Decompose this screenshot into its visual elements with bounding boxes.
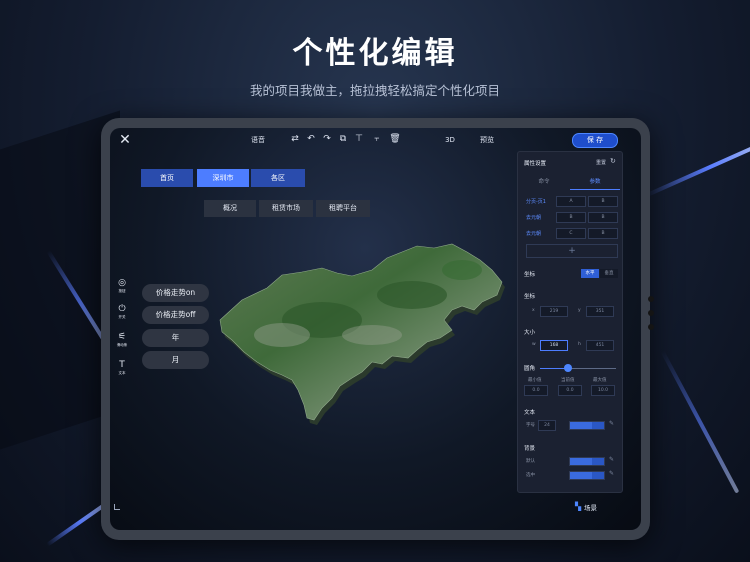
add-row-button[interactable]: + xyxy=(526,244,618,258)
toggle-vertical[interactable]: 垂直 xyxy=(600,269,618,278)
row-cell[interactable]: B xyxy=(588,196,618,207)
copy-icon[interactable]: ⧉ xyxy=(336,131,350,147)
text-section-title: 文本 xyxy=(524,410,536,416)
font-size-input[interactable]: 24 xyxy=(538,420,556,431)
align-top-icon[interactable]: ⊤ xyxy=(352,131,366,147)
bg-selected-label: 选中 xyxy=(526,473,535,478)
pen-icon[interactable]: ✎ xyxy=(609,470,614,477)
reset-button[interactable]: 重置 xyxy=(596,159,606,166)
tool-label: 文本 xyxy=(118,371,126,375)
size-section-title: 大小 xyxy=(524,330,536,336)
slider-icon: ⚟ xyxy=(117,332,127,342)
chip-price-trend-off[interactable]: 价格走势off xyxy=(142,306,209,324)
radius-cur-input[interactable]: 0.0 xyxy=(558,385,582,396)
pos-x-label: x xyxy=(532,308,535,313)
row-label: 分页-页1 xyxy=(526,199,546,205)
radius-section-title: 圆角 xyxy=(524,366,536,372)
tablet-camera-dot xyxy=(648,296,654,302)
voice-button[interactable]: 语音 xyxy=(246,132,270,148)
scene-button[interactable]: 场景 xyxy=(584,502,597,512)
power-icon: ⏻ xyxy=(118,304,126,314)
size-w-label: w xyxy=(532,342,536,347)
radius-min-label: 最小值 xyxy=(528,378,542,383)
tablet-camera-dot xyxy=(648,310,654,316)
button-icon: ◎ xyxy=(118,278,126,288)
size-h-input[interactable]: 451 xyxy=(586,340,614,351)
toggle-horizontal[interactable]: 水平 xyxy=(581,269,599,278)
chip-month[interactable]: 月 xyxy=(142,351,209,369)
radius-max-input[interactable]: 10.0 xyxy=(591,385,615,396)
preview-button[interactable]: 预览 xyxy=(476,132,498,148)
view-3d-button[interactable]: 3D xyxy=(442,132,458,148)
save-button[interactable]: 保 存 xyxy=(572,133,618,148)
row-cell[interactable]: B xyxy=(588,212,618,223)
text-icon: T xyxy=(119,360,125,370)
swap-icon[interactable]: ⇄ xyxy=(288,131,302,147)
row-cell[interactable]: B xyxy=(556,212,586,223)
tab-command[interactable]: 命令 xyxy=(519,177,569,189)
coord-section-title: 坐标 xyxy=(524,272,536,278)
pen-icon[interactable]: ✎ xyxy=(609,456,614,463)
pos-y-label: y xyxy=(578,308,581,313)
bg-section-title: 背景 xyxy=(524,446,536,452)
refresh-icon[interactable]: ↻ xyxy=(610,157,616,165)
row-cell[interactable]: A xyxy=(556,196,586,207)
text-color-swatch[interactable] xyxy=(569,421,605,430)
subtab-rental-market[interactable]: 租赁市场 xyxy=(259,200,313,217)
panel-title: 属性设置 xyxy=(524,161,547,167)
bg-light-streak xyxy=(660,350,740,494)
bg-light-streak xyxy=(645,136,750,198)
tool-button[interactable]: ◎ 按钮 xyxy=(114,278,130,294)
tool-label: 按钮 xyxy=(118,289,126,293)
headline: 个性化编辑 xyxy=(292,36,458,71)
tool-label: 滑动条 xyxy=(116,343,128,347)
row-label: 去元朝 xyxy=(526,215,542,221)
close-icon[interactable]: ✕ xyxy=(117,132,133,148)
shenzhen-3d-map[interactable] xyxy=(212,240,512,440)
align-center-icon[interactable]: ⫟ xyxy=(370,131,384,147)
chip-year[interactable]: 年 xyxy=(142,329,209,347)
row-label: 去元朝 xyxy=(526,231,542,237)
tool-slider[interactable]: ⚟ 滑动条 xyxy=(114,332,130,348)
bg-default-swatch[interactable] xyxy=(569,457,605,466)
row-cell[interactable]: C xyxy=(556,228,586,239)
pos-y-input[interactable]: 351 xyxy=(586,306,614,317)
tool-switch[interactable]: ⏻ 开关 xyxy=(114,304,130,320)
size-w-input[interactable]: 168 xyxy=(540,340,568,351)
nav-districts[interactable]: 各区 xyxy=(251,169,305,187)
redo-icon[interactable]: ↷ xyxy=(320,131,334,147)
tablet-camera-dot xyxy=(648,324,654,330)
bg-default-label: 默认 xyxy=(526,459,535,464)
tab-params[interactable]: 参数 xyxy=(570,177,620,190)
undo-icon[interactable]: ↶ xyxy=(304,131,318,147)
app-screen: ✕ 语音 ⇄ ↶ ↷ ⧉ ⊤ ⫟ 🗑 3D 预览 保 存 首页 深圳市 各区 概… xyxy=(110,128,641,530)
bg-selected-swatch[interactable] xyxy=(569,471,605,480)
tablet-device: ✕ 语音 ⇄ ↶ ↷ ⧉ ⊤ ⫟ 🗑 3D 预览 保 存 首页 深圳市 各区 概… xyxy=(101,118,654,540)
radius-cur-label: 当前值 xyxy=(561,378,575,383)
nav-shenzhen[interactable]: 深圳市 xyxy=(197,169,249,187)
properties-panel: 属性设置 重置 ↻ 命令 参数 分页-页1 A B 去元朝 B B 去元朝 C … xyxy=(517,151,623,493)
radius-slider-knob[interactable] xyxy=(564,364,572,372)
pos-x-input[interactable]: 219 xyxy=(540,306,568,317)
scene-icon[interactable]: ▚ xyxy=(575,502,581,511)
size-h-label: h xyxy=(578,342,581,347)
tool-text[interactable]: T 文本 xyxy=(114,360,130,376)
subtab-rental-platform[interactable]: 租聘平台 xyxy=(316,200,370,217)
subline: 我的项目我做主，拖拉拽轻松搞定个性化项目 xyxy=(249,83,500,98)
position-section-title: 坐标 xyxy=(524,294,536,300)
pen-icon[interactable]: ✎ xyxy=(609,420,614,427)
tool-label: 开关 xyxy=(118,315,126,319)
delete-icon[interactable]: 🗑 xyxy=(388,131,402,147)
chip-price-trend-on[interactable]: 价格走势on xyxy=(142,284,209,302)
row-cell[interactable]: B xyxy=(588,228,618,239)
radius-min-input[interactable]: 0.0 xyxy=(524,385,548,396)
nav-home[interactable]: 首页 xyxy=(141,169,193,187)
subtab-overview[interactable]: 概况 xyxy=(204,200,256,217)
corner-marker xyxy=(114,504,120,510)
font-size-label: 字号 xyxy=(526,423,535,428)
radius-max-label: 最大值 xyxy=(593,378,607,383)
